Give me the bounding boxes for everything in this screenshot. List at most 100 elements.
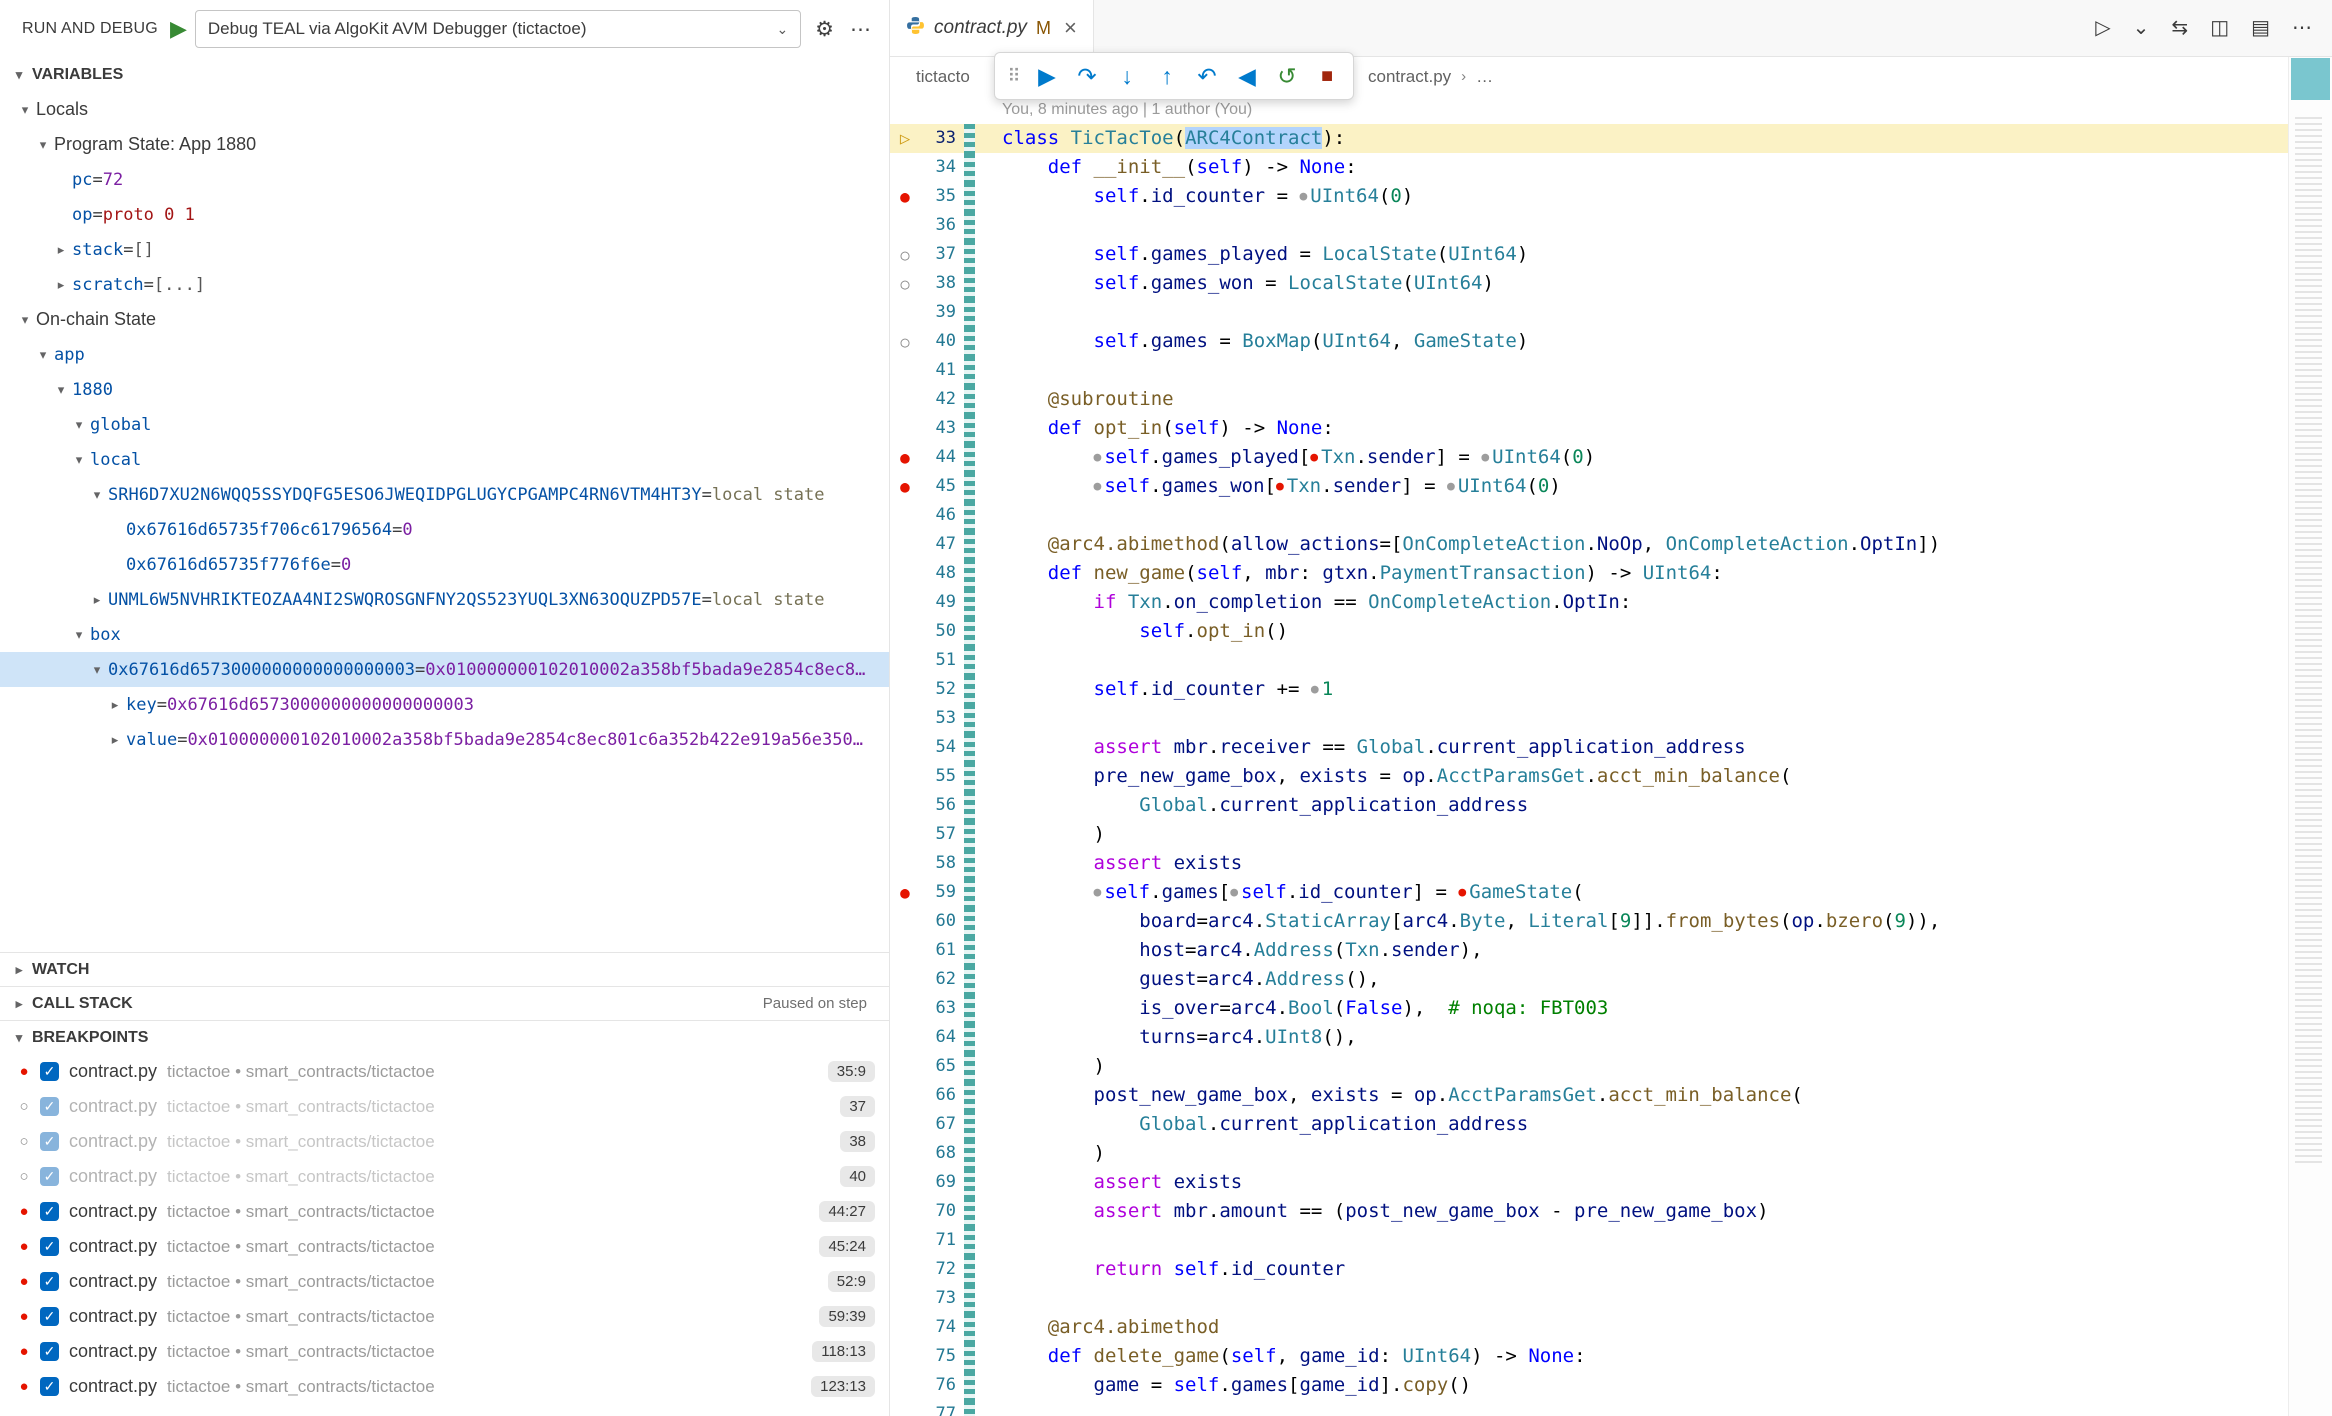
chevron-icon[interactable]: ▾	[14, 312, 36, 328]
breadcrumb-symbol[interactable]: …	[1476, 67, 1493, 87]
code-text[interactable]: self.games_played = LocalState(UInt64)	[975, 240, 2288, 269]
variable-row[interactable]: ▾On-chain State	[0, 302, 889, 337]
variable-row[interactable]: ▸stack = []	[0, 232, 889, 267]
watch-section-header[interactable]: ▸ WATCH	[0, 952, 889, 986]
variables-section-header[interactable]: ▾ VARIABLES	[0, 58, 889, 92]
breakpoint-margin[interactable]	[890, 849, 920, 878]
breakpoint-margin[interactable]	[890, 820, 920, 849]
step-into-button[interactable]: ↓	[1107, 56, 1147, 96]
code-text[interactable]	[975, 646, 2288, 675]
chevron-icon[interactable]: ▾	[14, 102, 36, 118]
breakpoint-margin[interactable]	[890, 1081, 920, 1110]
breakpoint-margin[interactable]: ●	[890, 878, 920, 907]
code-text[interactable]: Global.current_application_address	[975, 791, 2288, 820]
start-debugging-button[interactable]: ▶	[170, 18, 187, 40]
code-text[interactable]: def delete_game(self, game_id: UInt64) -…	[975, 1342, 2288, 1371]
breakpoint-margin[interactable]	[890, 1313, 920, 1342]
gear-icon[interactable]: ⚙	[813, 17, 836, 42]
code-text[interactable]: return self.id_counter	[975, 1255, 2288, 1284]
breakpoint-margin[interactable]	[890, 994, 920, 1023]
run-python-file-button[interactable]: ▷	[2095, 18, 2110, 38]
code-text[interactable]: )	[975, 820, 2288, 849]
breakpoint-margin[interactable]	[890, 1284, 920, 1313]
breakpoint-margin[interactable]	[890, 965, 920, 994]
chevron-icon[interactable]: ▸	[86, 592, 108, 608]
chevron-icon[interactable]: ▸	[104, 732, 126, 748]
breakpoint-checkbox[interactable]: ✓	[40, 1062, 59, 1081]
breakpoint-margin[interactable]	[890, 791, 920, 820]
code-text[interactable]: game = self.games[game_id].copy()	[975, 1371, 2288, 1400]
breakpoint-margin[interactable]	[890, 907, 920, 936]
breakpoint-margin[interactable]	[890, 1197, 920, 1226]
code-text[interactable]: self.id_counter = ●UInt64(0)	[975, 182, 2288, 211]
code-text[interactable]	[975, 356, 2288, 385]
minimap[interactable]	[2288, 57, 2332, 1416]
code-text[interactable]: self.games = BoxMap(UInt64, GameState)	[975, 327, 2288, 356]
breakpoint-margin[interactable]	[890, 1023, 920, 1052]
breakpoint-row[interactable]: ●✓contract.pytictactoe • smart_contracts…	[0, 1194, 889, 1229]
reverse-continue-button[interactable]: ◀	[1227, 56, 1267, 96]
tab-contract-py[interactable]: contract.py M ×	[890, 0, 1094, 56]
code-text[interactable]: def new_game(self, mbr: gtxn.PaymentTran…	[975, 559, 2288, 588]
code-text[interactable]: pre_new_game_box, exists = op.AcctParams…	[975, 762, 2288, 791]
breakpoint-margin[interactable]	[890, 617, 920, 646]
breakpoint-margin[interactable]: ▷	[890, 124, 920, 153]
split-editor-button[interactable]: ◫	[2210, 18, 2229, 38]
breakpoint-margin[interactable]	[890, 1255, 920, 1284]
code-text[interactable]: class TicTacToe(ARC4Contract):	[975, 124, 2288, 153]
code-text[interactable]: @arc4.abimethod	[975, 1313, 2288, 1342]
breakpoint-margin[interactable]	[890, 385, 920, 414]
breakpoint-checkbox[interactable]: ✓	[40, 1377, 59, 1396]
breadcrumb-file[interactable]: contract.py	[1368, 67, 1451, 87]
breakpoint-margin[interactable]: ●	[890, 182, 920, 211]
step-out-button[interactable]: ↑	[1147, 56, 1187, 96]
breakpoint-checkbox[interactable]: ✓	[40, 1097, 59, 1116]
chevron-icon[interactable]: ▾	[68, 452, 90, 468]
call-stack-section-header[interactable]: ▸ CALL STACK Paused on step	[0, 986, 889, 1020]
breakpoint-margin[interactable]: ○	[890, 269, 920, 298]
breakpoint-margin[interactable]	[890, 1371, 920, 1400]
breakpoint-row[interactable]: ●✓contract.pytictactoe • smart_contracts…	[0, 1229, 889, 1264]
breakpoints-section-header[interactable]: ▾ BREAKPOINTS	[0, 1020, 889, 1054]
breakpoint-margin[interactable]	[890, 1110, 920, 1139]
stop-button[interactable]: ■	[1307, 56, 1347, 96]
code-text[interactable]: ●self.games[●self.id_counter] = ●GameSta…	[975, 878, 2288, 907]
code-text[interactable]: host=arc4.Address(Txn.sender),	[975, 936, 2288, 965]
more-actions-icon[interactable]: ⋯	[848, 17, 873, 42]
breakpoint-margin[interactable]	[890, 733, 920, 762]
chevron-icon[interactable]: ▾	[32, 347, 54, 363]
breakpoint-margin[interactable]	[890, 1168, 920, 1197]
code-text[interactable]: board=arc4.StaticArray[arc4.Byte, Litera…	[975, 907, 2288, 936]
breakpoint-margin[interactable]	[890, 559, 920, 588]
code-text[interactable]: post_new_game_box, exists = op.AcctParam…	[975, 1081, 2288, 1110]
breakpoint-margin[interactable]	[890, 356, 920, 385]
code-text[interactable]	[975, 1284, 2288, 1313]
code-text[interactable]: def opt_in(self) -> None:	[975, 414, 2288, 443]
chevron-icon[interactable]: ▾	[68, 417, 90, 433]
breakpoint-checkbox[interactable]: ✓	[40, 1167, 59, 1186]
breakpoint-margin[interactable]	[890, 675, 920, 704]
variable-row[interactable]: ▾box	[0, 617, 889, 652]
breakpoint-margin[interactable]: ●	[890, 472, 920, 501]
close-icon[interactable]: ×	[1064, 17, 1077, 39]
variable-row[interactable]: ▾1880	[0, 372, 889, 407]
breakpoint-margin[interactable]	[890, 1139, 920, 1168]
debug-config-select[interactable]: Debug TEAL via AlgoKit AVM Debugger (tic…	[195, 10, 801, 48]
breakpoint-row[interactable]: ●✓contract.pytictactoe • smart_contracts…	[0, 1054, 889, 1089]
breakpoint-margin[interactable]	[890, 1226, 920, 1255]
breakpoint-row[interactable]: ●✓contract.pytictactoe • smart_contracts…	[0, 1369, 889, 1404]
drag-handle[interactable]: ⠿	[1001, 56, 1027, 96]
chevron-icon[interactable]: ▾	[68, 627, 90, 643]
code-text[interactable]	[975, 501, 2288, 530]
breakpoint-checkbox[interactable]: ✓	[40, 1132, 59, 1151]
code-text[interactable]: self.games_won = LocalState(UInt64)	[975, 269, 2288, 298]
code-text[interactable]: assert exists	[975, 1168, 2288, 1197]
chevron-icon[interactable]: ▾	[86, 662, 108, 678]
code-text[interactable]: ●self.games_played[●Txn.sender] = ●UInt6…	[975, 443, 2288, 472]
breakpoint-checkbox[interactable]: ✓	[40, 1202, 59, 1221]
breakpoint-margin[interactable]	[890, 414, 920, 443]
breakpoint-checkbox[interactable]: ✓	[40, 1272, 59, 1291]
variable-row[interactable]: ▾Locals	[0, 92, 889, 127]
breakpoint-margin[interactable]	[890, 298, 920, 327]
code-text[interactable]: assert mbr.receiver == Global.current_ap…	[975, 733, 2288, 762]
